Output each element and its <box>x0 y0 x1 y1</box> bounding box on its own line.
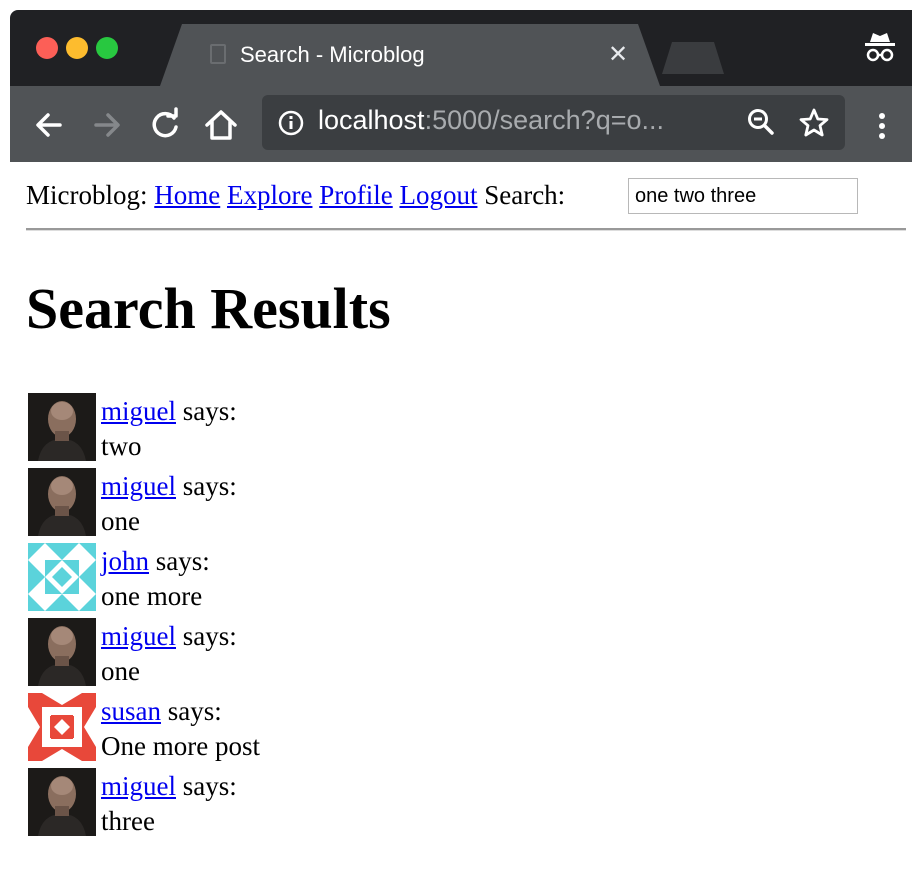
post-header: susan says: <box>101 695 222 727</box>
brand-label: Microblog: <box>26 180 148 210</box>
nav-divider <box>26 228 906 231</box>
author-link[interactable]: susan <box>101 696 161 726</box>
reload-icon[interactable] <box>146 106 184 144</box>
says-label: says: <box>167 696 222 726</box>
post-body: three <box>101 806 155 836</box>
post-header: miguel says: <box>101 395 237 427</box>
url-path: :5000/search?q=o... <box>424 105 665 135</box>
nav-link-profile[interactable]: Profile <box>319 180 393 210</box>
info-icon[interactable] <box>278 110 304 136</box>
post-item: susan says: One more post <box>28 693 728 765</box>
post-item: john says: one more <box>28 543 728 615</box>
page-favicon-icon <box>210 44 226 64</box>
window-minimize-button[interactable] <box>66 37 88 59</box>
window-maximize-button[interactable] <box>96 37 118 59</box>
post-header: miguel says: <box>101 620 237 652</box>
identicon-avatar[interactable] <box>28 693 96 761</box>
address-bar[interactable]: localhost:5000/search?q=o... <box>262 95 845 150</box>
author-link[interactable]: john <box>101 546 149 576</box>
post-header: john says: <box>101 545 210 577</box>
author-link[interactable]: miguel <box>101 396 176 426</box>
user-avatar-photo[interactable] <box>28 618 96 686</box>
nav-link-home[interactable]: Home <box>154 180 220 210</box>
author-link[interactable]: miguel <box>101 771 176 801</box>
url-text[interactable]: localhost:5000/search?q=o... <box>318 105 664 136</box>
browser-toolbar: localhost:5000/search?q=o... <box>10 86 912 162</box>
identicon-avatar[interactable] <box>28 543 96 611</box>
more-menu-icon[interactable] <box>872 110 892 142</box>
page-content: Microblog: Home Explore Profile Logout S… <box>10 162 912 874</box>
new-tab-button[interactable] <box>662 42 724 74</box>
tab-close-icon[interactable]: ✕ <box>608 40 628 69</box>
user-avatar-photo[interactable] <box>28 393 96 461</box>
says-label: says: <box>182 771 237 801</box>
author-link[interactable]: miguel <box>101 471 176 501</box>
forward-arrow-icon[interactable] <box>88 106 126 144</box>
author-link[interactable]: miguel <box>101 621 176 651</box>
user-avatar-photo[interactable] <box>28 768 96 836</box>
post-item: miguel says: one <box>28 468 728 540</box>
url-host: localhost <box>318 105 425 135</box>
says-label: says: <box>155 546 210 576</box>
says-label: says: <box>182 396 237 426</box>
browser-tab[interactable]: Search - Microblog ✕ <box>160 24 660 86</box>
title-bar: Search - Microblog ✕ <box>10 10 912 86</box>
nav-link-logout[interactable]: Logout <box>399 180 477 210</box>
post-item: miguel says: two <box>28 393 728 465</box>
says-label: says: <box>182 471 237 501</box>
user-avatar-photo[interactable] <box>28 468 96 536</box>
post-item: miguel says: three <box>28 768 728 840</box>
post-body: One more post <box>101 731 260 761</box>
post-body: one <box>101 506 140 536</box>
zoom-out-icon[interactable] <box>746 107 776 137</box>
bookmark-star-icon[interactable] <box>798 107 830 139</box>
home-icon[interactable] <box>202 106 240 144</box>
post-header: miguel says: <box>101 770 237 802</box>
post-body: one more <box>101 581 203 611</box>
search-label: Search: <box>484 180 566 210</box>
post-item: miguel says: one <box>28 618 728 690</box>
search-input[interactable] <box>628 178 858 214</box>
tab-title: Search - Microblog <box>240 42 425 67</box>
post-body: one <box>101 656 140 686</box>
says-label: says: <box>182 621 237 651</box>
nav-link-explore[interactable]: Explore <box>227 180 312 210</box>
incognito-icon <box>865 33 895 62</box>
post-header: miguel says: <box>101 470 237 502</box>
page-title: Search Results <box>26 276 391 341</box>
post-body: two <box>101 431 142 461</box>
top-nav: Microblog: Home Explore Profile Logout S… <box>26 179 565 211</box>
browser-window: Search - Microblog ✕ localhost:5000/sear… <box>10 10 912 874</box>
back-arrow-icon[interactable] <box>30 106 68 144</box>
window-close-button[interactable] <box>36 37 58 59</box>
